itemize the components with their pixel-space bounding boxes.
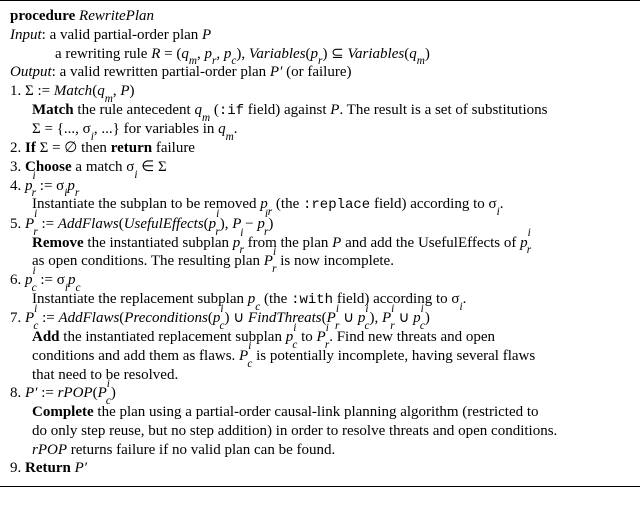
output-label: Output	[10, 64, 52, 80]
step-4: 4. pir := σipr	[10, 177, 630, 196]
step-4-body: Instantiate the subplan to be removed pr…	[10, 195, 630, 215]
step-6-body: Instantiate the replacement subplan pc (…	[10, 290, 630, 310]
step-2: 2. If Σ = ∅ then return failure	[10, 139, 630, 158]
procedure-name: RewritePlan	[79, 8, 154, 24]
input-label: Input	[10, 27, 42, 43]
input-line1: Input: a valid partial-order plan P	[10, 26, 630, 45]
replace-keyword: :replace	[303, 197, 370, 213]
step-1-body: Match the rule antecedent qm (:if field)…	[10, 101, 630, 139]
step-7-body: Add the instantiated replacement subplan…	[10, 328, 630, 384]
step-5: 5. Pir := AddFlaws(UsefulEffects(pir), P…	[10, 215, 630, 234]
procedure-header: procedure RewritePlan	[10, 7, 630, 26]
procedure-kw: procedure	[10, 8, 75, 24]
step-8-body: Complete the plan using a partial-order …	[10, 403, 630, 459]
step-6: 6. pic := σipc	[10, 271, 630, 290]
if-keyword: :if	[219, 103, 244, 119]
step-8: 8. P′ := rPOP(Pic)	[10, 384, 630, 403]
step-5-body: Remove the instantiated subplan pir from…	[10, 234, 630, 272]
step-7: 7. Pic := AddFlaws(Preconditions(pic) ∪ …	[10, 309, 630, 328]
with-keyword: :with	[291, 292, 333, 308]
step-3: 3. Choose a match σi ∈ Σ	[10, 158, 630, 177]
input-line2: a rewriting rule R = (qm, pr, pc), Varia…	[10, 45, 630, 64]
step-9: 9. Return P′	[10, 459, 630, 478]
algorithm-box: procedure RewritePlan Input: a valid par…	[0, 0, 640, 487]
step-1: 1. Σ := Match(qm, P)	[10, 82, 630, 101]
